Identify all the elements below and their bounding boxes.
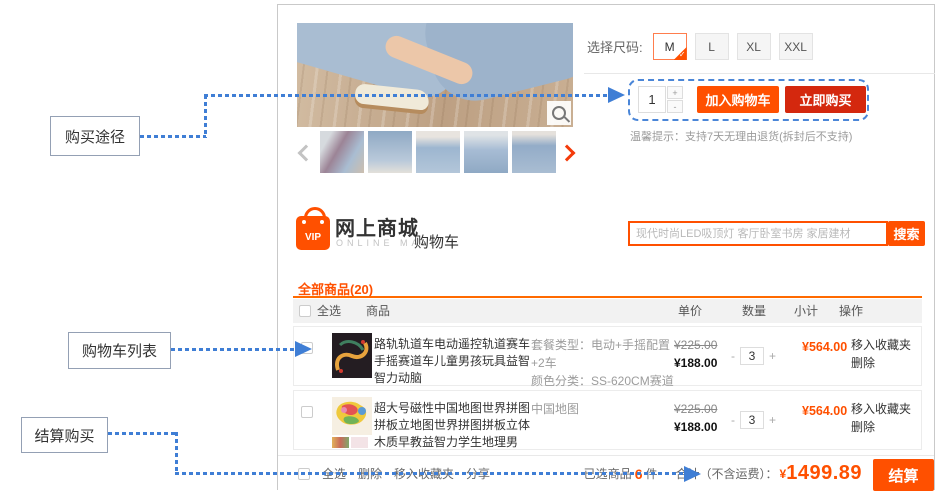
currency-symbol: ¥ — [780, 467, 787, 481]
cart-footer-bar: 全选 删除 移入收藏夹 分享 已选商品 6 件 合计（不含运费）： ¥ 1499… — [278, 455, 934, 491]
search-button[interactable]: 搜索 — [888, 221, 925, 246]
delete-link[interactable]: 删除 — [851, 354, 911, 372]
footer-actions: 全选 删除 移入收藏夹 分享 — [298, 456, 490, 491]
subtotal-value: ¥564.00 — [802, 404, 847, 418]
annotation-checkout: 结算购买 — [21, 417, 108, 453]
magnifier-icon[interactable] — [547, 101, 571, 125]
selected-unit: 件 — [645, 465, 657, 482]
selected-check-icon: ✓ — [674, 47, 687, 60]
current-price: ¥188.00 — [674, 354, 717, 372]
move-to-favorites-link[interactable]: 移入收藏夹 — [851, 336, 911, 354]
col-unit-price: 单价 — [678, 299, 702, 323]
next-arrow-icon[interactable] — [559, 145, 576, 162]
connector-line — [108, 432, 178, 435]
size-option-l[interactable]: L — [695, 33, 729, 60]
thumbnail-2[interactable] — [368, 131, 412, 173]
prev-arrow-icon[interactable] — [298, 145, 315, 162]
select-all-checkbox[interactable] — [299, 305, 311, 317]
price-cell: ¥225.00 ¥188.00 — [674, 336, 717, 372]
product-title[interactable]: 超大号磁性中国地图世界拼图拼板立地图世界拼图拼板立体木质早教益智力学生地理男 — [374, 400, 534, 451]
footer-delete[interactable]: 删除 — [358, 465, 382, 482]
cart-row-china-map: 超大号磁性中国地图世界拼图拼板立地图世界拼图拼板立体木质早教益智力学生地理男 中… — [293, 390, 922, 450]
product-thumbnail-china-map[interactable] — [332, 397, 372, 435]
move-to-favorites-link[interactable]: 移入收藏夹 — [851, 400, 911, 418]
row-checkbox[interactable] — [301, 406, 313, 418]
increase-button[interactable]: + — [769, 349, 776, 363]
row-operations: 移入收藏夹 删除 — [851, 400, 911, 436]
footer-select-all-checkbox[interactable] — [298, 468, 310, 480]
footer-select-all[interactable]: 全选 — [322, 465, 346, 482]
annotation-purchase-path: 购买途径 — [50, 116, 140, 156]
tab-underline — [293, 296, 922, 298]
current-price: ¥188.00 — [674, 418, 717, 436]
row-quantity-stepper: - 3 + — [731, 347, 776, 365]
footer-move-to-favorites[interactable]: 移入收藏夹 — [394, 465, 454, 482]
cart-row-race-track: 路轨轨道车电动遥控轨道赛车手摇赛道车儿童男孩玩具益智智力动脑 套餐类型：电动+手… — [293, 326, 922, 386]
vip-bag-logo-icon: VIP — [296, 207, 330, 250]
product-spec: 套餐类型：电动+手摇配置+2车 颜色分类：SS-620CM赛道 — [531, 336, 681, 390]
original-price: ¥225.00 — [674, 400, 717, 418]
col-operation: 操作 — [839, 299, 863, 323]
col-quantity: 数量 — [742, 299, 766, 323]
connector-line — [140, 135, 206, 138]
product-title[interactable]: 路轨轨道车电动遥控轨道赛车手摇赛道车儿童男孩玩具益智智力动脑 — [374, 336, 534, 387]
selected-count: 6 — [635, 466, 643, 482]
quantity-decrease-button[interactable]: - — [667, 100, 683, 113]
site-name: 网上商城 — [335, 212, 419, 241]
row-quantity-stepper: - 3 + — [731, 411, 776, 429]
footer-summary: 已选商品 6 件 合计（不含运费）： ¥ 1499.89 — [584, 456, 862, 491]
row-operations: 移入收藏夹 删除 — [851, 336, 911, 372]
thumbnail-4[interactable] — [464, 131, 508, 173]
thumbnail-strip — [320, 131, 556, 173]
thumbnail-5[interactable] — [512, 131, 556, 173]
decrease-button[interactable]: - — [731, 413, 735, 427]
cart-table-header: 全选 商品 单价 数量 小计 操作 — [293, 299, 922, 323]
product-spec: 中国地图 — [531, 400, 681, 418]
size-option-xl[interactable]: XL — [737, 33, 771, 60]
quantity-value[interactable]: 3 — [740, 411, 764, 429]
product-thumbnail-race-track[interactable] — [332, 333, 372, 378]
checkout-button[interactable]: 结算 — [873, 459, 934, 491]
size-option-m[interactable]: M ✓ — [653, 33, 687, 60]
quantity-input[interactable]: 1 — [638, 86, 666, 113]
connector-line — [175, 432, 178, 474]
section-divider — [584, 73, 935, 74]
selected-label: 已选商品 — [584, 465, 632, 482]
buy-now-button[interactable]: 立即购买 — [785, 86, 866, 113]
page-title: 购物车 — [414, 231, 459, 252]
size-option-xxl[interactable]: XXL — [779, 33, 813, 60]
annotated-screenshot: 选择尺码: M ✓ L XL XXL 1 + - 加入购物车 立即购买 温馨提示… — [0, 0, 940, 495]
col-product: 商品 — [366, 299, 390, 323]
original-price: ¥225.00 — [674, 336, 717, 354]
product-main-image — [297, 23, 573, 127]
connector-line — [204, 95, 207, 138]
total-amount: 1499.89 — [786, 462, 862, 485]
search-input[interactable] — [628, 221, 888, 246]
return-policy-tip: 温馨提示：支持7天无理由退货(拆封后不支持) — [630, 128, 852, 144]
delete-link[interactable]: 删除 — [851, 418, 911, 436]
price-cell: ¥225.00 ¥188.00 — [674, 400, 717, 436]
thumbnail-3[interactable] — [416, 131, 460, 173]
quantity-stepper: + - — [667, 86, 683, 113]
size-selector: 选择尺码: M ✓ L XL XXL — [587, 33, 813, 60]
annotation-cart-list: 购物车列表 — [68, 332, 171, 369]
quantity-increase-button[interactable]: + — [667, 86, 683, 99]
size-label: 选择尺码: — [587, 37, 643, 56]
increase-button[interactable]: + — [769, 413, 776, 427]
quantity-value[interactable]: 3 — [740, 347, 764, 365]
subtotal-value: ¥564.00 — [802, 340, 847, 354]
add-to-cart-button[interactable]: 加入购物车 — [697, 86, 779, 113]
product-cart-panel: 选择尺码: M ✓ L XL XXL 1 + - 加入购物车 立即购买 温馨提示… — [277, 4, 935, 490]
thumbnail-1[interactable] — [320, 131, 364, 173]
col-select-all: 全选 — [317, 299, 341, 323]
col-subtotal: 小计 — [794, 299, 818, 323]
footer-share[interactable]: 分享 — [466, 465, 490, 482]
row-checkbox[interactable] — [301, 342, 313, 354]
mini-thumbnails — [332, 437, 368, 448]
decrease-button[interactable]: - — [731, 349, 735, 363]
total-label: 合计（不含运费）： — [676, 465, 778, 482]
